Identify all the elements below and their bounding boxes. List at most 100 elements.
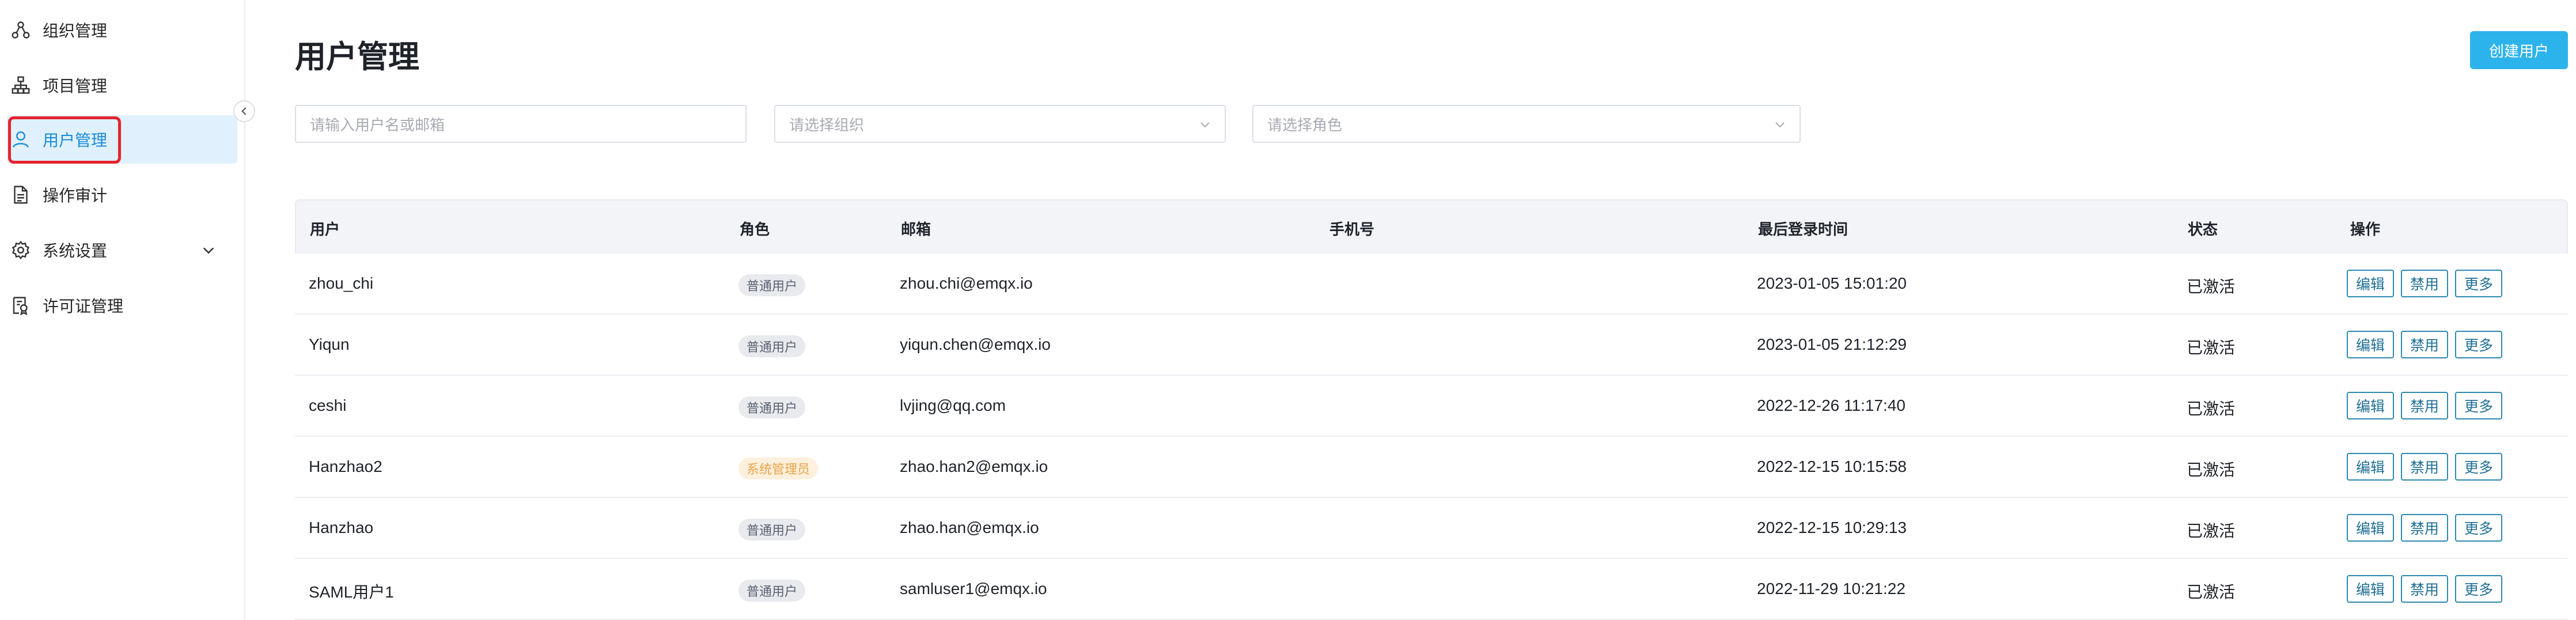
main-content: 用户管理 创建用户 请输入用户名或邮箱 请选择组织 请选择角色 用户 角色 邮箱… (244, 0, 2576, 620)
org-select[interactable]: 请选择组织 (774, 105, 1226, 143)
status-cell: 已激活 (2187, 461, 2236, 479)
disable-button[interactable]: 禁用 (2401, 575, 2449, 603)
app-root: 组织管理 项目管理 用户管理 操作审计 系统设置 许可证管理 用户管理 创建用户… (0, 0, 2576, 620)
sidebar-item-label: 系统设置 (43, 242, 108, 260)
row-actions: 编辑 禁用 更多 (2347, 575, 2503, 603)
table-row: Yiqun 普通用户 yiqun.chen@emqx.io 2023-01-05… (295, 315, 2568, 376)
disable-button[interactable]: 禁用 (2401, 514, 2449, 542)
email-cell: yiqun.chen@emqx.io (900, 335, 1051, 353)
more-button[interactable]: 更多 (2455, 453, 2503, 481)
status-cell: 已激活 (2187, 400, 2236, 418)
more-button[interactable]: 更多 (2455, 270, 2503, 297)
column-header-user: 用户 (310, 221, 340, 238)
users-table: 用户 角色 邮箱 手机号 最后登录时间 状态 操作 zhou_chi 普通用户 … (295, 199, 2568, 620)
table-row: Hanzhao 普通用户 zhao.han@emqx.io 2022-12-15… (295, 498, 2568, 559)
last-login-cell: 2022-12-15 10:29:13 (1757, 519, 1907, 536)
row-actions: 编辑 禁用 更多 (2347, 331, 2503, 358)
role-badge: 普通用户 (738, 519, 806, 540)
last-login-cell: 2022-12-26 11:17:40 (1757, 396, 1906, 414)
table-body: zhou_chi 普通用户 zhou.chi@emqx.io 2023-01-0… (295, 254, 2568, 620)
org-select-placeholder: 请选择组织 (789, 116, 865, 134)
highlight-outline (8, 116, 121, 164)
sidebar-item-audit[interactable]: 操作审计 (7, 171, 237, 219)
role-badge: 普通用户 (738, 396, 806, 418)
edit-button[interactable]: 编辑 (2347, 575, 2395, 603)
search-input[interactable]: 请输入用户名或邮箱 (295, 105, 747, 143)
user-name-cell: Yiqun (309, 335, 350, 353)
status-cell: 已激活 (2187, 522, 2236, 540)
sidebar: 组织管理 项目管理 用户管理 操作审计 系统设置 许可证管理 (0, 0, 255, 620)
license-icon (9, 294, 32, 317)
user-name-cell: Hanzhao2 (309, 458, 382, 475)
last-login-cell: 2023-01-05 15:01:20 (1757, 274, 1907, 292)
user-name-cell: SAML用户1 (309, 583, 394, 601)
chevron-down-icon (1775, 122, 1785, 128)
row-actions: 编辑 禁用 更多 (2347, 514, 2503, 542)
role-badge: 普通用户 (738, 335, 806, 357)
last-login-cell: 2022-12-15 10:15:58 (1757, 458, 1907, 475)
sidebar-item-license[interactable]: 许可证管理 (7, 281, 237, 330)
edit-button[interactable]: 编辑 (2347, 392, 2395, 419)
column-header-status: 状态 (2188, 221, 2218, 238)
table-header: 用户 角色 邮箱 手机号 最后登录时间 状态 操作 (295, 199, 2568, 254)
disable-button[interactable]: 禁用 (2401, 392, 2449, 419)
role-select[interactable]: 请选择角色 (1252, 105, 1801, 143)
table-row: zhou_chi 普通用户 zhou.chi@emqx.io 2023-01-0… (295, 254, 2568, 315)
disable-button[interactable]: 禁用 (2401, 453, 2449, 481)
email-cell: zhao.han@emqx.io (900, 519, 1039, 536)
create-user-button[interactable]: 创建用户 (2470, 31, 2568, 69)
email-cell: lvjing@qq.com (900, 396, 1006, 414)
more-button[interactable]: 更多 (2455, 392, 2503, 419)
email-cell: samluser1@emqx.io (900, 580, 1047, 598)
org-icon (9, 18, 32, 41)
edit-button[interactable]: 编辑 (2347, 270, 2395, 297)
chevron-down-icon[interactable] (200, 242, 217, 258)
edit-button[interactable]: 编辑 (2347, 331, 2395, 358)
project-tree-icon (9, 74, 32, 97)
role-badge: 普通用户 (738, 580, 806, 602)
status-cell: 已激活 (2187, 583, 2236, 601)
gear-icon (9, 239, 32, 262)
edit-button[interactable]: 编辑 (2347, 514, 2395, 542)
disable-button[interactable]: 禁用 (2401, 331, 2449, 358)
edit-button[interactable]: 编辑 (2347, 453, 2395, 481)
search-placeholder: 请输入用户名或邮箱 (310, 116, 445, 134)
sidebar-item-projects[interactable]: 项目管理 (7, 61, 237, 109)
sidebar-item-label: 操作审计 (43, 187, 108, 205)
sidebar-item-label: 组织管理 (43, 22, 108, 40)
row-actions: 编辑 禁用 更多 (2347, 392, 2503, 419)
last-login-cell: 2023-01-05 21:12:29 (1757, 335, 1907, 353)
page-title: 用户管理 (295, 40, 419, 74)
table-row: Hanzhao2 系统管理员 zhao.han2@emqx.io 2022-12… (295, 437, 2568, 498)
column-header-role: 角色 (740, 221, 770, 238)
more-button[interactable]: 更多 (2455, 331, 2503, 358)
column-header-phone: 手机号 (1329, 221, 1375, 238)
user-name-cell: Hanzhao (309, 519, 374, 536)
status-cell: 已激活 (2187, 278, 2236, 296)
sidebar-item-org[interactable]: 组织管理 (7, 6, 237, 54)
last-login-cell: 2022-11-29 10:21:22 (1757, 580, 1906, 598)
more-button[interactable]: 更多 (2455, 514, 2503, 542)
row-actions: 编辑 禁用 更多 (2347, 453, 2503, 481)
user-name-cell: zhou_chi (309, 274, 374, 292)
document-icon (9, 183, 32, 206)
more-button[interactable]: 更多 (2455, 575, 2503, 603)
sidebar-item-settings[interactable]: 系统设置 (7, 226, 237, 274)
disable-button[interactable]: 禁用 (2401, 270, 2449, 297)
role-badge: 普通用户 (738, 274, 806, 296)
column-header-last-login: 最后登录时间 (1758, 221, 1848, 238)
email-cell: zhao.han2@emqx.io (900, 458, 1048, 475)
chevron-down-icon (1200, 122, 1210, 128)
sidebar-item-label: 许可证管理 (43, 297, 124, 315)
role-badge: 系统管理员 (738, 458, 819, 479)
role-select-placeholder: 请选择角色 (1267, 116, 1343, 134)
column-header-actions: 操作 (2350, 221, 2381, 238)
email-cell: zhou.chi@emqx.io (900, 274, 1033, 292)
sidebar-item-label: 项目管理 (43, 77, 108, 95)
user-name-cell: ceshi (309, 396, 347, 414)
status-cell: 已激活 (2187, 339, 2236, 357)
table-row: SAML用户1 普通用户 samluser1@emqx.io 2022-11-2… (295, 559, 2568, 620)
column-header-email: 邮箱 (901, 221, 931, 238)
row-actions: 编辑 禁用 更多 (2347, 270, 2503, 297)
table-row: ceshi 普通用户 lvjing@qq.com 2022-12-26 11:1… (295, 376, 2568, 437)
